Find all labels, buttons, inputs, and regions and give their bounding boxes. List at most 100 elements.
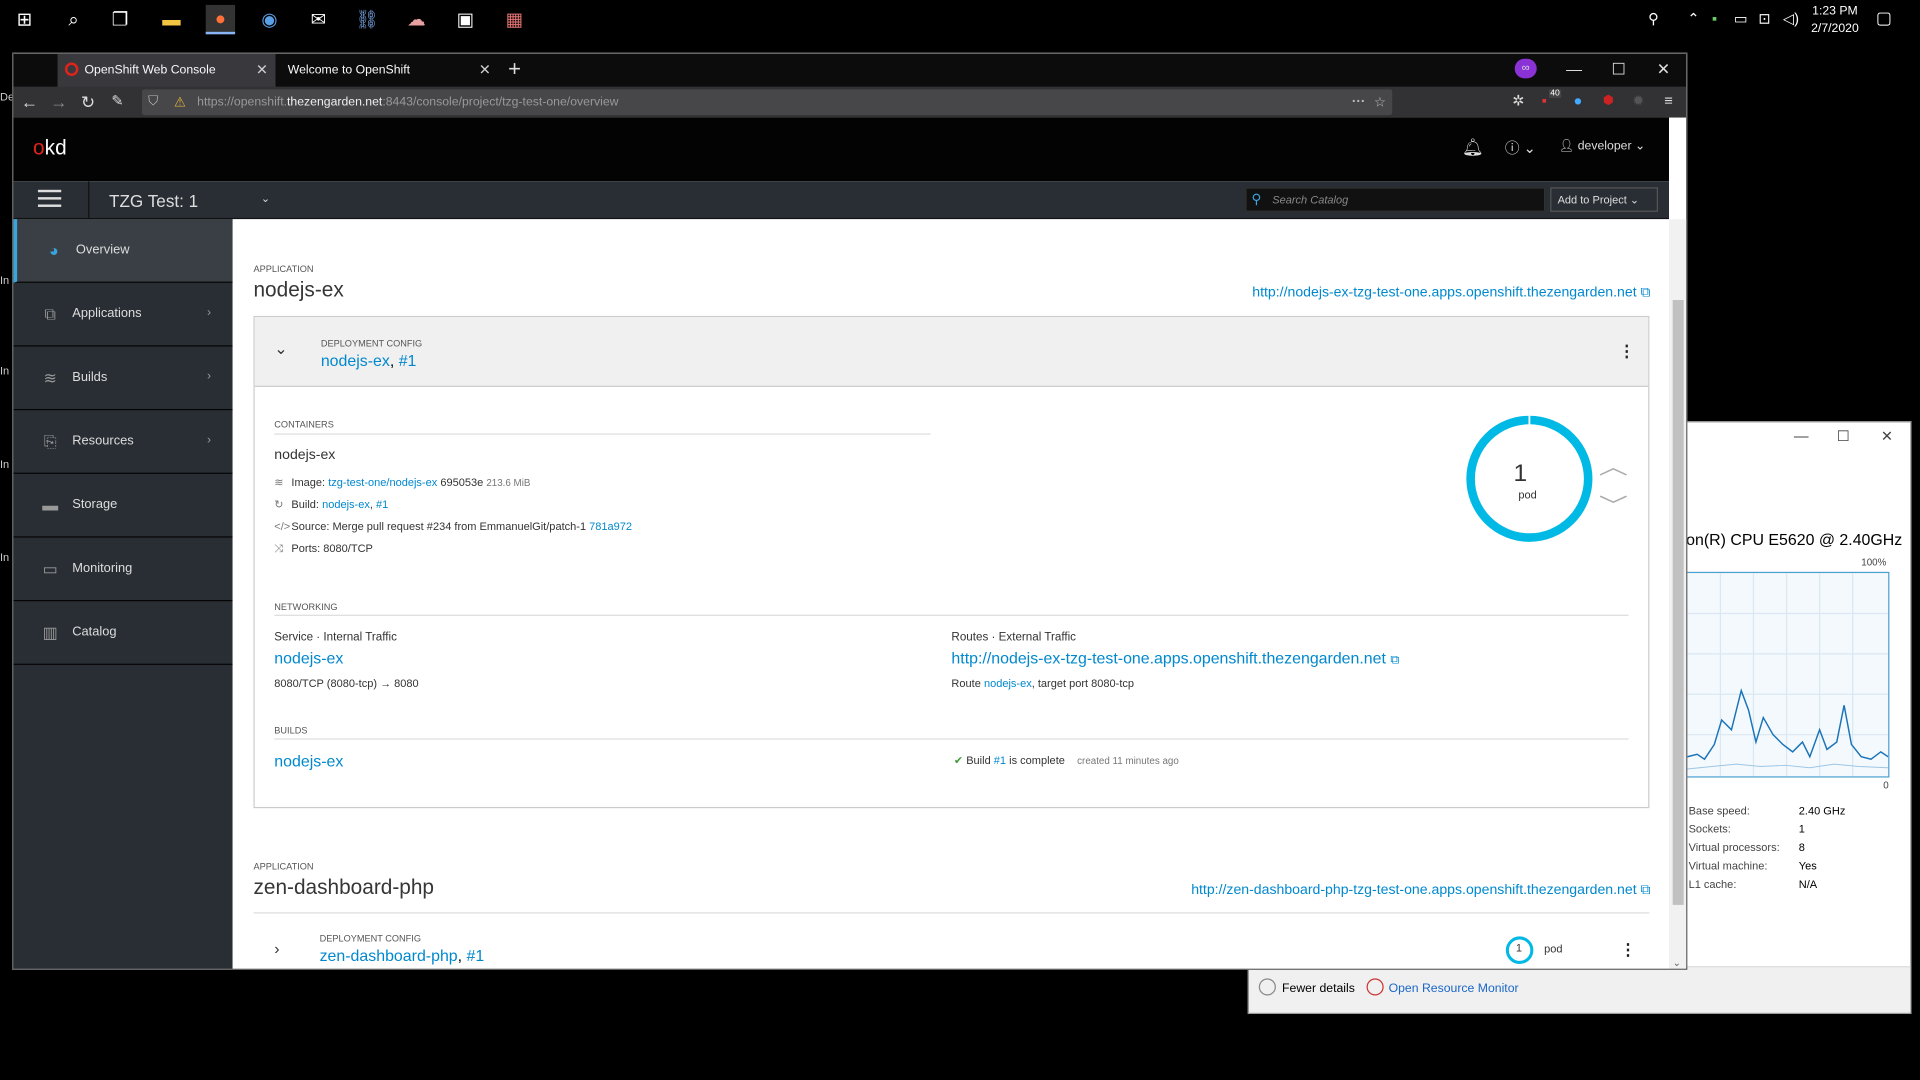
extension-badge-icon[interactable]: ▪ [1542, 92, 1547, 109]
volume-icon[interactable]: ◁) [1783, 10, 1799, 27]
hamburger-menu-icon[interactable] [37, 189, 62, 207]
close-icon[interactable]: ✕ [1657, 60, 1670, 80]
bookmark-star-icon[interactable]: ☆ [1374, 94, 1386, 111]
tray-expand-icon[interactable]: ⌃ [1687, 10, 1699, 27]
extension-grey-icon[interactable]: ✹ [1632, 92, 1644, 109]
deployment-config-name[interactable]: nodejs-ex, #1 [321, 351, 417, 369]
extension-account-icon[interactable]: ● [1573, 92, 1582, 109]
windows-start-icon[interactable]: ⊞ [10, 5, 39, 34]
firefox-icon[interactable]: ● [205, 4, 236, 35]
network-app-icon[interactable]: ⛓ [353, 5, 382, 34]
catalog-icon: ▥ [42, 623, 58, 642]
route-detail: Route nodejs-ex, target port 8080-tcp [951, 677, 1134, 689]
service-link[interactable]: nodejs-ex [274, 649, 343, 667]
new-tab-icon[interactable]: + [508, 56, 521, 82]
build-link[interactable]: nodejs-ex [322, 498, 370, 510]
search-catalog-input[interactable]: ⚲ Search Catalog [1245, 187, 1546, 212]
reload-icon[interactable]: ↻ [81, 92, 95, 113]
stat-label: L1 cache: [1688, 877, 1737, 891]
thunderbird-icon[interactable]: ◉ [255, 5, 284, 34]
settings-app-icon[interactable]: ▦ [500, 5, 529, 34]
build-revision-link[interactable]: #1 [376, 498, 388, 510]
menu-icon[interactable]: ≡ [1664, 92, 1673, 109]
sidebar-item-overview[interactable]: ◕ Overview [13, 219, 233, 283]
scale-up-icon[interactable]: ︿ [1599, 449, 1628, 480]
open-resource-monitor-link[interactable]: Open Resource Monitor [1389, 982, 1519, 995]
chevron-down-icon[interactable]: ⌄ [274, 339, 287, 359]
add-to-project-button[interactable]: Add to Project ⌄ [1550, 187, 1658, 212]
sidebar-item-builds[interactable]: ≋ Builds › [13, 347, 233, 411]
application-label: APPLICATION [253, 860, 314, 872]
scrollbar[interactable]: ⌄ [1668, 219, 1687, 969]
dc-revision-link[interactable]: #1 [399, 351, 417, 369]
help-icon[interactable]: ⓘ ⌄ [1505, 137, 1536, 158]
minimize-icon[interactable]: — [1566, 60, 1582, 78]
tab-close-icon[interactable]: ✕ [256, 61, 268, 78]
fewer-details-icon[interactable] [1258, 978, 1276, 996]
maximize-icon[interactable]: ☐ [1837, 427, 1850, 444]
back-icon[interactable]: ← [21, 92, 38, 112]
pod-donut-chart[interactable] [1465, 413, 1595, 544]
deployment-config-name[interactable]: zen-dashboard-php, #1 [320, 947, 485, 965]
tab-title: OpenShift Web Console [84, 63, 216, 78]
dc-name-link[interactable]: zen-dashboard-php [320, 947, 458, 965]
kebab-menu-icon[interactable]: ⋮ [1619, 342, 1635, 362]
chevron-right-icon[interactable]: › [274, 939, 279, 957]
okd-logo[interactable]: okd [33, 136, 67, 160]
remote-app-icon[interactable]: ☁ [402, 5, 431, 34]
taskbar-clock[interactable]: 1:23 PM 2/7/2020 [1811, 4, 1859, 38]
tab-close-icon[interactable]: ✕ [479, 61, 491, 78]
close-icon[interactable]: ✕ [1881, 427, 1893, 444]
project-selector[interactable]: TZG Test: 1 [109, 191, 198, 211]
shield-icon[interactable]: ⛉ [148, 94, 158, 110]
resource-monitor-icon[interactable] [1366, 978, 1384, 996]
people-icon[interactable]: ⚲ [1648, 10, 1659, 27]
sidebar-item-applications[interactable]: ⧉ Applications › [13, 283, 233, 347]
tab-openshift-console[interactable]: OpenShift Web Console ✕ [57, 53, 276, 87]
ublock-icon[interactable]: ⬢ [1603, 94, 1614, 107]
build-status-link[interactable]: #1 [994, 754, 1006, 766]
application-url-link[interactable]: http://nodejs-ex-tzg-test-one.apps.opens… [1252, 285, 1650, 301]
commit-link[interactable]: 781a972 [589, 520, 632, 532]
kebab-menu-icon[interactable]: ⋮ [1620, 940, 1636, 960]
sidebar-item-resources[interactable]: ⎘ Resources › [13, 410, 233, 474]
fewer-details-button[interactable]: Fewer details [1282, 982, 1355, 995]
wrench-icon[interactable]: ✎ [111, 92, 123, 109]
maximize-icon[interactable]: ☐ [1611, 60, 1625, 80]
page-actions-icon[interactable]: ··· [1352, 94, 1365, 109]
deployment-config-header[interactable]: ⌄ DEPLOYMENT CONFIG nodejs-ex, #1 ⋮ [254, 317, 1649, 387]
terminal-icon[interactable]: ▣ [451, 5, 480, 34]
image-link[interactable]: tzg-test-one/nodejs-ex [328, 476, 437, 488]
route-name-link[interactable]: nodejs-ex [984, 677, 1032, 689]
scrollbar-thumb[interactable] [1672, 300, 1684, 905]
sidebar-item-storage[interactable]: ▬ Storage [13, 474, 233, 538]
dc-name-link[interactable]: nodejs-ex [321, 351, 390, 369]
search-icon[interactable]: ⌕ [59, 5, 88, 34]
chevron-right-icon: › [206, 369, 212, 384]
lock-warning-icon[interactable]: ⚠ [174, 94, 186, 111]
user-menu[interactable]: 👤︎ developer ⌄ [1559, 140, 1645, 153]
extension-gear-icon[interactable]: ✲ [1512, 92, 1524, 109]
scale-down-icon[interactable]: ﹀ [1599, 489, 1628, 520]
sidebar-item-catalog[interactable]: ▥ Catalog [13, 601, 233, 665]
forward-icon[interactable]: → [50, 92, 67, 112]
tab-welcome-openshift[interactable]: Welcome to OpenShift ✕ [278, 54, 498, 87]
chevron-down-icon[interactable]: ⌄ [261, 192, 270, 205]
tray-drive-icon[interactable]: ▭ [1734, 10, 1748, 27]
dc-revision-link[interactable]: #1 [467, 947, 485, 965]
route-url-link[interactable]: http://nodejs-ex-tzg-test-one.apps.opens… [951, 649, 1399, 667]
build-name-link[interactable]: nodejs-ex [274, 752, 343, 770]
application-url-link[interactable]: http://zen-dashboard-php-tzg-test-one.ap… [1191, 883, 1650, 899]
tray-app-icon[interactable]: ▪ [1712, 10, 1717, 27]
networking-label: NETWORKING [274, 601, 338, 613]
network-icon[interactable]: ⊡ [1758, 10, 1770, 27]
notifications-icon[interactable]: ▢ [1876, 7, 1892, 28]
mail-icon[interactable]: ✉ [304, 5, 333, 34]
minimize-icon[interactable]: — [1794, 427, 1809, 444]
task-view-icon[interactable]: ❐ [105, 5, 134, 34]
url-bar[interactable]: ⛉ ⚠ https://openshift.thezengarden.net:8… [142, 89, 1393, 116]
sidebar-item-monitoring[interactable]: ▭ Monitoring [13, 538, 233, 602]
scroll-down-icon[interactable]: ⌄ [1673, 958, 1681, 969]
file-explorer-icon[interactable]: ▬ [157, 5, 186, 34]
notification-bell-icon[interactable]: 🔔︎ [1462, 137, 1484, 158]
